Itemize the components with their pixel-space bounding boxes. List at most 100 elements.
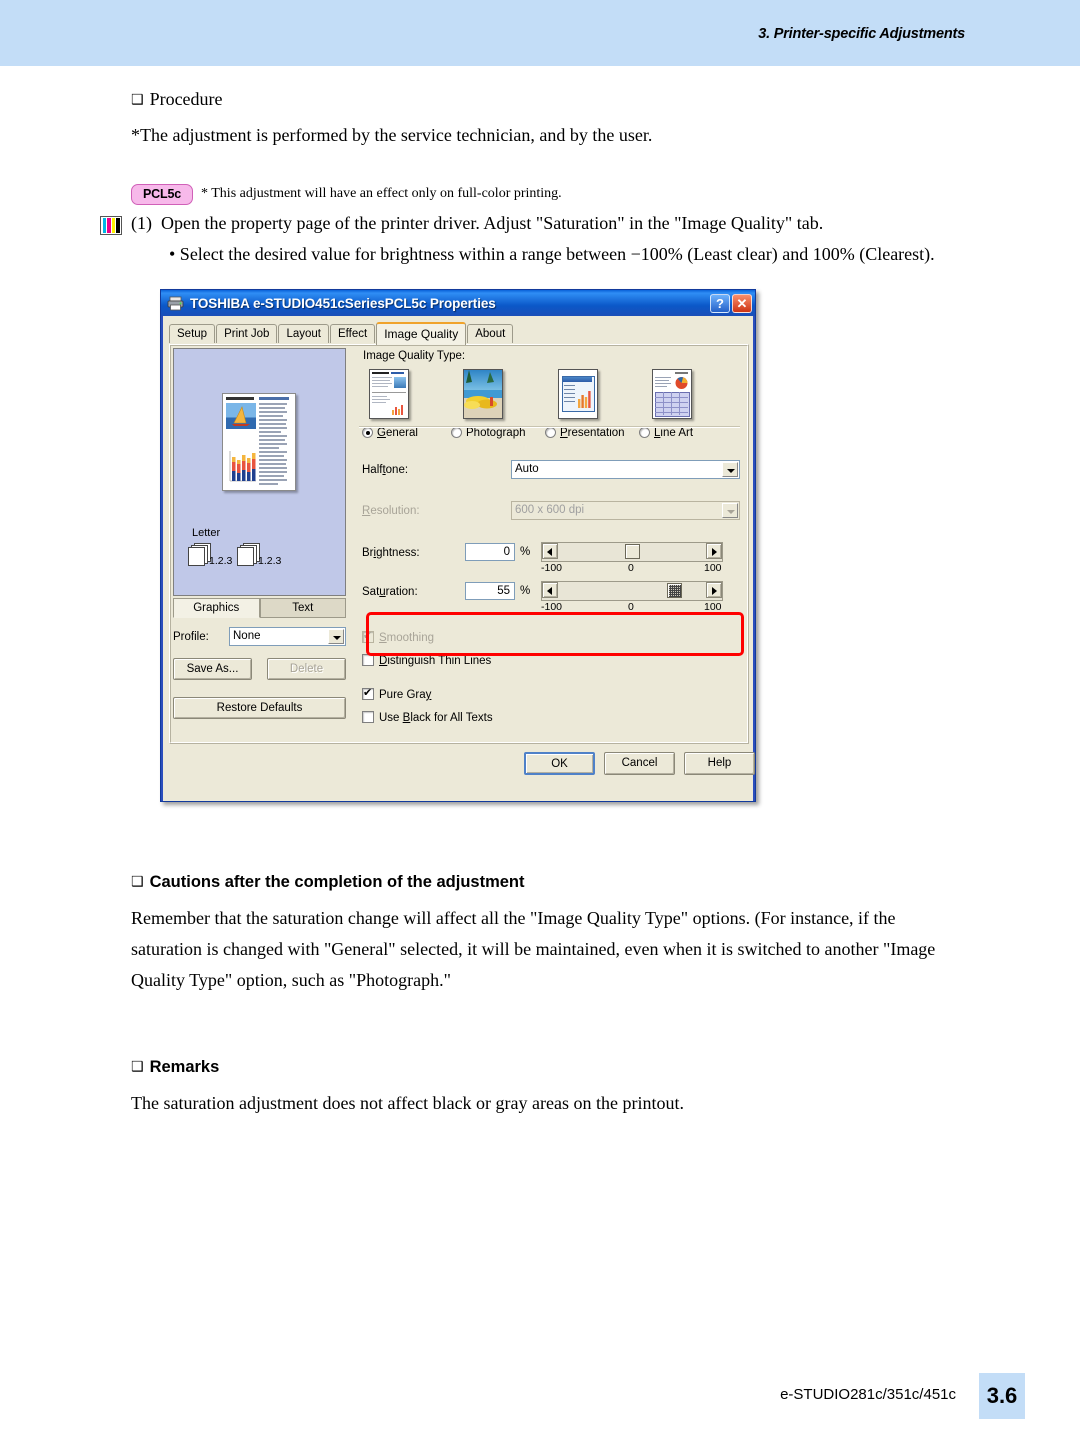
tab-image-quality[interactable]: Image Quality bbox=[376, 322, 467, 345]
saturation-tick-max: 100 bbox=[704, 601, 722, 613]
tab-layout[interactable]: Layout bbox=[278, 324, 329, 343]
cancel-button[interactable]: Cancel bbox=[604, 752, 675, 775]
help-titlebar-button[interactable]: ? bbox=[710, 293, 730, 313]
radio-presentation-indicator[interactable] bbox=[545, 427, 556, 438]
resolution-value: 600 x 600 dpi bbox=[515, 504, 585, 516]
tab-graphics-label: Graphics bbox=[193, 602, 240, 614]
radio-general-indicator[interactable] bbox=[362, 427, 373, 438]
chevron-down-icon-halftone[interactable] bbox=[722, 462, 738, 477]
thumbnail-general[interactable] bbox=[369, 369, 409, 419]
cmyk-color-bar-icon bbox=[100, 216, 122, 235]
step-number: (1) bbox=[131, 213, 152, 233]
step-text: Open the property page of the printer dr… bbox=[161, 213, 824, 233]
dialog-tabstrip: Setup Print Job Layout Effect Image Qual… bbox=[169, 321, 514, 345]
preview-page-thumbnail bbox=[222, 393, 296, 491]
output-stack-label-left: 1.2.3 bbox=[209, 555, 233, 567]
checkbox-use-black-for-all-texts-box[interactable] bbox=[362, 711, 374, 723]
output-stack-label-right: 1.2.3 bbox=[258, 555, 282, 567]
saturation-tick-min: -100 bbox=[541, 601, 563, 613]
brightness-tick-min: -100 bbox=[541, 562, 563, 574]
radio-presentation[interactable]: PresentationPresentation bbox=[545, 427, 625, 439]
saturation-unit: % bbox=[520, 585, 531, 597]
help-button[interactable]: Help bbox=[684, 752, 755, 775]
tab-about[interactable]: About bbox=[467, 324, 514, 343]
tab-graphics[interactable]: Graphics bbox=[173, 598, 260, 618]
remarks-heading: ❑ Remarks bbox=[131, 1058, 220, 1076]
pcl5c-badge: PCL5c bbox=[131, 184, 193, 205]
brightness-slider[interactable] bbox=[541, 542, 723, 562]
save-as-button[interactable]: Save As... bbox=[173, 658, 252, 680]
close-icon[interactable]: ✕ bbox=[732, 293, 752, 313]
brightness-slider-thumb[interactable] bbox=[625, 544, 640, 559]
checkbox-pure-gray[interactable]: Pure GrayPure Gray bbox=[362, 686, 431, 701]
saturation-slider-left-arrow[interactable] bbox=[542, 582, 558, 598]
radio-line-art-indicator[interactable] bbox=[639, 427, 650, 438]
group-separator bbox=[359, 426, 740, 428]
halftone-value: Auto bbox=[515, 463, 539, 475]
brightness-slider-right-arrow[interactable] bbox=[706, 543, 722, 559]
halftone-select[interactable]: Auto bbox=[511, 460, 740, 479]
remarks-body: The saturation adjustment does not affec… bbox=[131, 1093, 684, 1113]
thumbnail-line-art[interactable] bbox=[652, 369, 692, 419]
print-preview: Letter 1.2.3 1.2.3 bbox=[173, 348, 346, 596]
checkbox-smoothing: SmoothingSmoothing bbox=[362, 629, 434, 644]
brightness-tick-max: 100 bbox=[704, 562, 722, 574]
procedure-heading: ❑ Procedure bbox=[131, 89, 223, 109]
printer-properties-dialog: TOSHIBA e-STUDIO451cSeriesPCL5c Properti… bbox=[160, 289, 756, 802]
tab-effect[interactable]: Effect bbox=[329, 324, 376, 343]
pcl5c-note: * This adjustment will have an effect on… bbox=[201, 186, 562, 201]
tab-text-label: Text bbox=[292, 602, 314, 614]
thumbnail-photograph[interactable] bbox=[463, 369, 503, 419]
brightness-label: Brightness: bbox=[362, 547, 420, 559]
checkbox-pure-gray-box[interactable] bbox=[362, 686, 374, 700]
brightness-unit: % bbox=[520, 546, 531, 558]
chevron-down-icon-resolution bbox=[722, 503, 738, 518]
tab-text[interactable]: Text bbox=[259, 598, 346, 618]
saturation-slider[interactable] bbox=[541, 581, 723, 601]
checkbox-smoothing-box bbox=[362, 629, 374, 643]
tab-setup[interactable]: Setup bbox=[169, 324, 216, 343]
step-1-bullet: • Select the desired value for brightnes… bbox=[169, 244, 935, 264]
saturation-input[interactable]: 55 bbox=[465, 582, 515, 600]
step-1-line: (1) Open the property page of the printe… bbox=[131, 213, 823, 234]
ok-button[interactable]: OK bbox=[524, 752, 595, 775]
profile-select[interactable]: None bbox=[229, 627, 346, 646]
saturation-label: Saturation: bbox=[362, 586, 418, 598]
dialog-body: Setup Print Job Layout Effect Image Qual… bbox=[163, 316, 755, 801]
dialog-title: TOSHIBA e-STUDIO451cSeriesPCL5c Properti… bbox=[190, 295, 496, 311]
radio-photograph[interactable]: PhotographPhotograph bbox=[451, 427, 526, 439]
square-bullet-icon-3: ❑ bbox=[131, 1059, 144, 1075]
procedure-note: *The adjustment is performed by the serv… bbox=[131, 125, 653, 145]
footer-page-number: 3.6 bbox=[979, 1373, 1025, 1419]
delete-button: Delete bbox=[267, 658, 346, 680]
chevron-down-icon[interactable] bbox=[328, 629, 344, 644]
cautions-heading: ❑ Cautions after the completion of the ad… bbox=[131, 873, 525, 891]
radio-line-art[interactable]: Line ArtLine Art bbox=[639, 427, 693, 439]
brightness-slider-left-arrow[interactable] bbox=[542, 543, 558, 559]
output-stack-icon-right bbox=[237, 543, 260, 566]
page-header-title: 3. Printer-specific Adjustments bbox=[758, 26, 965, 42]
square-bullet-icon: ❑ bbox=[131, 92, 144, 108]
output-stack-icon-left bbox=[188, 543, 211, 566]
profile-value: None bbox=[233, 630, 261, 642]
saturation-slider-right-arrow[interactable] bbox=[706, 582, 722, 598]
resolution-label: Resolution: bbox=[362, 505, 420, 517]
image-quality-type-label: Image Quality Type: bbox=[363, 350, 466, 362]
dialog-titlebar: TOSHIBA e-STUDIO451cSeriesPCL5c Properti… bbox=[161, 290, 755, 316]
saturation-slider-track[interactable] bbox=[541, 581, 723, 601]
cautions-body: Remember that the saturation change will… bbox=[131, 908, 936, 990]
footer-model-label: e-STUDIO281c/351c/451c bbox=[780, 1386, 956, 1403]
tab-print-job[interactable]: Print Job bbox=[216, 324, 278, 343]
radio-general[interactable]: GGeneraleneral bbox=[362, 427, 418, 439]
saturation-slider-thumb[interactable] bbox=[667, 583, 682, 598]
checkbox-distinguish-thin-lines-box[interactable] bbox=[362, 654, 374, 666]
checkbox-distinguish-thin-lines[interactable]: Distinguish Thin LinesDistinguish Thin L… bbox=[362, 654, 491, 667]
checkbox-use-black-for-all-texts[interactable]: Use Black for All TextsUse Black for All… bbox=[362, 711, 493, 724]
preview-mode-tabs: Graphics Text bbox=[173, 598, 346, 618]
resolution-select: 600 x 600 dpi bbox=[511, 501, 740, 520]
thumbnail-presentation[interactable] bbox=[558, 369, 598, 419]
halftone-label: Halftone: bbox=[362, 464, 409, 476]
radio-photograph-indicator[interactable] bbox=[451, 427, 462, 438]
brightness-input[interactable]: 0 bbox=[465, 543, 515, 561]
restore-defaults-button[interactable]: Restore Defaults bbox=[173, 697, 346, 719]
